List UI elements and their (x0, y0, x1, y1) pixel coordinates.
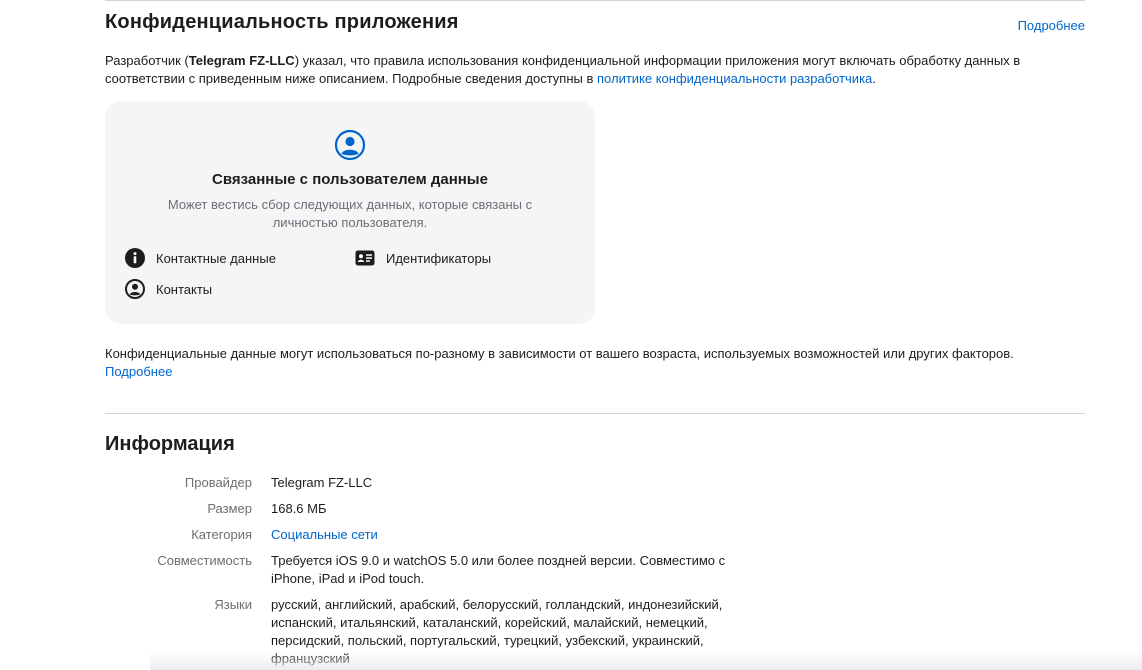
info-value: Telegram FZ-LLC (271, 475, 373, 490)
person-circle-icon (334, 129, 366, 161)
info-value: Требуется iOS 9.0 и watchOS 5.0 или боле… (271, 553, 726, 586)
linked-data-card: Связанные с пользователем данные Может в… (105, 101, 595, 324)
info-value: 168.6 МБ (271, 501, 327, 516)
info-label: Размер (207, 501, 252, 516)
info-label: Категория (191, 527, 252, 542)
privacy-policy-link[interactable]: политике конфиденциальности разработчика (597, 71, 872, 86)
info-label: Провайдер (184, 475, 252, 490)
card-description: Может вестись сбор следующих данных, кот… (167, 197, 533, 230)
data-type-identifiers: Идентификаторы (355, 248, 491, 268)
data-type-label: Контакты (156, 281, 213, 297)
info-label: Языки (214, 597, 252, 612)
privacy-intro: Разработчик (Telegram FZ-LLC) указал, чт… (105, 52, 1080, 88)
info-label: Совместимость (157, 553, 252, 568)
privacy-more-link[interactable]: Подробнее (1018, 18, 1085, 33)
intro-suffix: . (872, 71, 876, 86)
privacy-section-title: Конфиденциальность приложения (105, 11, 459, 33)
privacy-note: Конфиденциальные данные могут использова… (105, 345, 1080, 381)
person-circle-icon (125, 279, 145, 299)
section-divider (105, 413, 1085, 414)
top-divider (105, 0, 1085, 1)
info-circle-icon (125, 248, 145, 268)
card-title: Связанные с пользователем данные (212, 171, 488, 188)
information-section-title: Информация (105, 433, 235, 455)
note-more-link[interactable]: Подробнее (105, 364, 172, 379)
data-type-label: Идентификаторы (386, 250, 492, 266)
developer-name: Telegram FZ-LLC (188, 53, 295, 68)
note-text: Конфиденциальные данные могут использова… (105, 346, 1014, 361)
category-link[interactable]: Социальные сети (271, 527, 378, 542)
data-type-contact-info: Контактные данные (125, 248, 276, 268)
bottom-fade (150, 652, 1142, 670)
id-card-icon (355, 250, 375, 266)
data-type-contacts: Контакты (125, 279, 212, 299)
intro-prefix: Разработчик ( (105, 53, 189, 68)
data-type-label: Контактные данные (156, 250, 276, 266)
info-value: Социальные сети (271, 526, 756, 544)
